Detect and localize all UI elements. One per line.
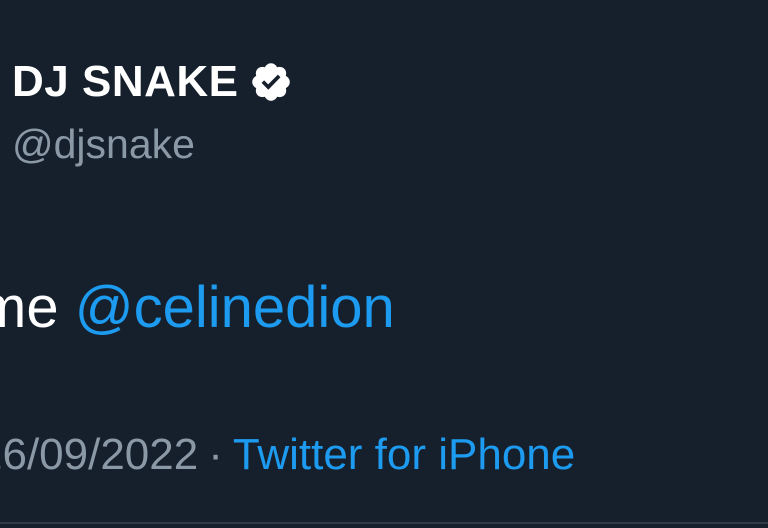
mention-link[interactable]: @celinedion: [75, 275, 395, 340]
meta-separator: ·: [208, 430, 223, 479]
author-handle[interactable]: @djsnake: [12, 118, 195, 170]
tweet-text: me @celinedion: [0, 274, 395, 342]
source-link[interactable]: Twitter for iPhone: [233, 430, 575, 479]
tweet-text-prefix: me: [0, 275, 59, 340]
divider: [0, 522, 768, 524]
author-name[interactable]: DJ SNAKE: [12, 54, 239, 110]
tweet-date[interactable]: 26/09/2022: [0, 430, 198, 479]
author-row[interactable]: DJ SNAKE: [12, 54, 293, 110]
tweet: DJ SNAKE @djsnake me @celinedion 26/09/2…: [0, 0, 768, 528]
tweet-meta: 26/09/2022 · Twitter for iPhone: [0, 428, 575, 482]
verified-icon: [249, 60, 293, 104]
